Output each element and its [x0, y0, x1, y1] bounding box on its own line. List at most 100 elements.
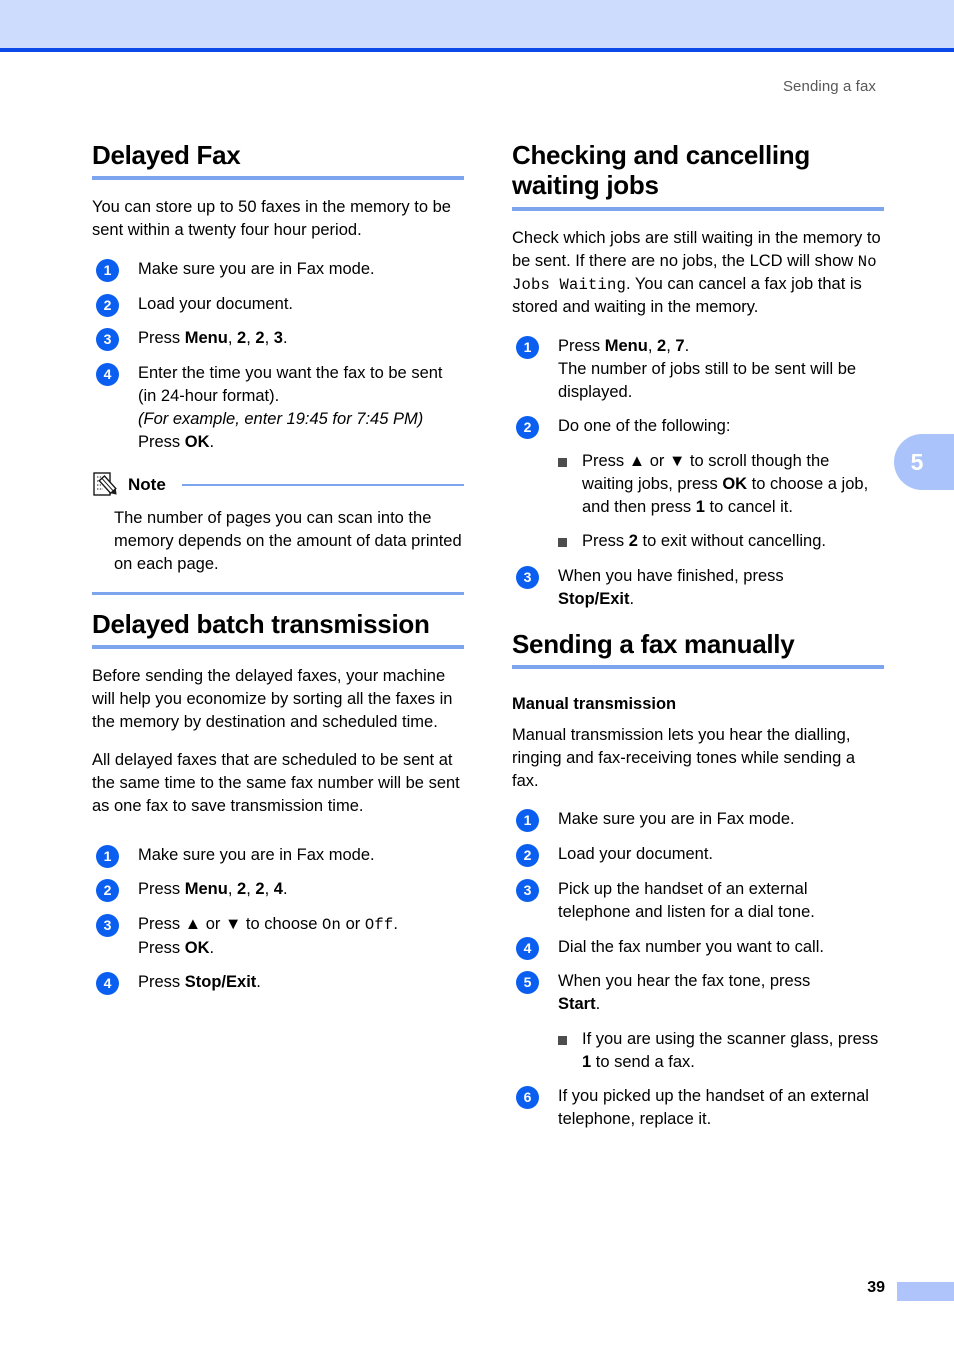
down-arrow-icon: ▼: [224, 915, 242, 934]
step-number: 6: [516, 1086, 539, 1110]
option-text: Press ▲ or ▼ to scroll though the waitin…: [582, 452, 869, 516]
note-body-text: The number of pages you can scan into th…: [114, 509, 462, 573]
left-column: Delayed Fax You can store up to 50 faxes…: [92, 140, 464, 996]
step-text: Make sure you are in Fax mode.: [138, 259, 375, 278]
square-bullet-icon: [558, 1035, 567, 1045]
step-number: 3: [516, 566, 539, 590]
step-text: Enter the time you want the fax to be se…: [138, 364, 443, 451]
page-number: 39: [867, 1279, 885, 1296]
heading-rule: [92, 176, 464, 181]
checking-jobs-steps: 1 Press Menu, 2, 7. The number of jobs st…: [512, 335, 884, 611]
note-header: Note: [92, 471, 464, 499]
step-number: 4: [96, 972, 119, 996]
note-block: Note The number of pages you can scan in…: [92, 471, 464, 595]
list-item: 1 Make sure you are in Fax mode.: [92, 844, 464, 868]
heading-rule: [512, 665, 884, 670]
manual-transmission-paragraph: Manual transmission lets you hear the di…: [512, 726, 856, 790]
subheading-manual-transmission: Manual transmission: [512, 695, 677, 714]
step-text: Press Menu, 2, 7. The number of jobs stil…: [558, 337, 857, 401]
list-item: Press 2 to exit without cancelling.: [558, 530, 884, 553]
step-text: Make sure you are in Fax mode.: [558, 810, 795, 829]
heading-delayed-batch-transmission: Delayed batch transmission: [92, 608, 430, 639]
manual-transmission-notes: If you are using the scanner glass, pres…: [558, 1028, 884, 1074]
step-number: 1: [516, 336, 539, 360]
right-column: Checking and cancelling waiting jobs Chec…: [512, 140, 884, 1131]
list-item: 2 Press Menu, 2, 2, 4.: [92, 878, 464, 903]
batch-transmission-steps: 1 Make sure you are in Fax mode. 2 Press…: [92, 844, 464, 996]
heading-checking-cancelling-waiting-jobs: Checking and cancelling waiting jobs: [512, 140, 810, 201]
note-end-rule: [92, 591, 464, 595]
step-number: 1: [516, 809, 539, 833]
delayed-fax-intro: You can store up to 50 faxes in the memo…: [92, 198, 451, 240]
batch-paragraph-2: All delayed faxes that are scheduled to …: [92, 751, 460, 815]
list-item: 1 Make sure you are in Fax mode.: [92, 258, 464, 282]
step-number: 3: [516, 878, 539, 902]
list-item: 2 Load your document.: [92, 293, 464, 317]
step-text: Make sure you are in Fax mode.: [138, 845, 375, 864]
heading-rule: [512, 206, 884, 211]
list-item: 4 Dial the fax number you want to call.: [512, 936, 884, 960]
step-text: Do one of the following:: [558, 417, 731, 436]
step-text: Dial the fax number you want to call.: [558, 937, 824, 956]
up-arrow-icon: ▲: [628, 452, 646, 471]
step-text: When you have finished, press Stop/Exit.: [558, 567, 784, 608]
list-item: If you are using the scanner glass, pres…: [558, 1028, 884, 1074]
list-item: 4 Enter the time you want the fax to be …: [92, 362, 464, 453]
list-item: 2 Load your document.: [512, 843, 884, 868]
step-text: Press Stop/Exit.: [138, 973, 261, 992]
step-number: 3: [96, 328, 119, 352]
note-header-rule: [181, 484, 464, 487]
up-arrow-icon: ▲: [184, 915, 202, 934]
list-item: 5 When you hear the fax tone, press Start…: [512, 970, 884, 1073]
list-item: Press ▲ or ▼ to scroll though the waitin…: [558, 450, 884, 518]
step-text: If you picked up the handset of an exter…: [558, 1087, 869, 1129]
delayed-fax-steps: 1 Make sure you are in Fax mode. 2 Load …: [92, 258, 464, 453]
option-text: Press 2 to exit without cancelling.: [582, 532, 826, 551]
step-number: 4: [516, 936, 539, 960]
page-body: Delayed Fax You can store up to 50 faxes…: [0, 0, 954, 1348]
step-number: 2: [96, 293, 119, 317]
heading-rule: [92, 645, 464, 649]
step-number: 3: [96, 914, 119, 938]
list-item: 2 Do one of the following: Press ▲ or ▼ …: [512, 415, 884, 553]
checking-jobs-intro: Check which jobs are still waiting in th…: [512, 228, 881, 317]
step-text: Press Menu, 2, 2, 3.: [138, 329, 288, 348]
step-text: Load your document.: [558, 845, 714, 864]
list-item: 3 When you have finished, press Stop/Exit…: [512, 565, 884, 611]
step-text: Press ▲ or ▼ to choose On or Off. Press O…: [138, 915, 398, 957]
checking-jobs-options: Press ▲ or ▼ to scroll though the waitin…: [558, 450, 884, 553]
heading-sending-a-fax-manually: Sending a fax manually: [512, 628, 795, 659]
step-number: 2: [516, 844, 539, 868]
step-text: When you hear the fax tone, press Start.: [558, 972, 811, 1014]
step-text: Load your document.: [138, 294, 294, 313]
step-text: Pick up the handset of an external telep…: [558, 879, 815, 921]
step-number: 1: [96, 258, 119, 282]
step-number: 4: [96, 363, 119, 387]
square-bullet-icon: [558, 538, 567, 548]
step-number: 5: [516, 971, 539, 995]
manual-transmission-steps: 1 Make sure you are in Fax mode. 2 Load …: [512, 808, 884, 1130]
list-item: 1 Press Menu, 2, 7. The number of jobs st…: [512, 335, 884, 403]
note-title: Note: [128, 475, 166, 495]
list-item: 3 Press ▲ or ▼ to choose On or Off. Press…: [92, 913, 464, 959]
step-number: 2: [96, 879, 119, 903]
list-item: 3 Press Menu, 2, 2, 3.: [92, 327, 464, 352]
square-bullet-icon: [558, 458, 567, 468]
list-item: 6 If you picked up the handset of an ext…: [512, 1085, 884, 1131]
list-item: 4 Press Stop/Exit.: [92, 971, 464, 996]
list-item: 1 Make sure you are in Fax mode.: [512, 808, 884, 833]
batch-paragraph-1: Before sending the delayed faxes, your m…: [92, 667, 453, 731]
step-number: 1: [96, 844, 119, 868]
footer-decorative-block: [897, 1282, 954, 1301]
step-number: 2: [516, 416, 539, 440]
chapter-tab-marker: 5: [894, 434, 954, 490]
heading-delayed-fax: Delayed Fax: [92, 140, 241, 170]
list-item: 3 Pick up the handset of an external tel…: [512, 878, 884, 924]
option-text: If you are using the scanner glass, pres…: [582, 1029, 879, 1071]
note-pencil-icon: [93, 472, 117, 496]
down-arrow-icon: ▼: [668, 452, 686, 471]
step-text: Press Menu, 2, 2, 4.: [138, 880, 288, 899]
